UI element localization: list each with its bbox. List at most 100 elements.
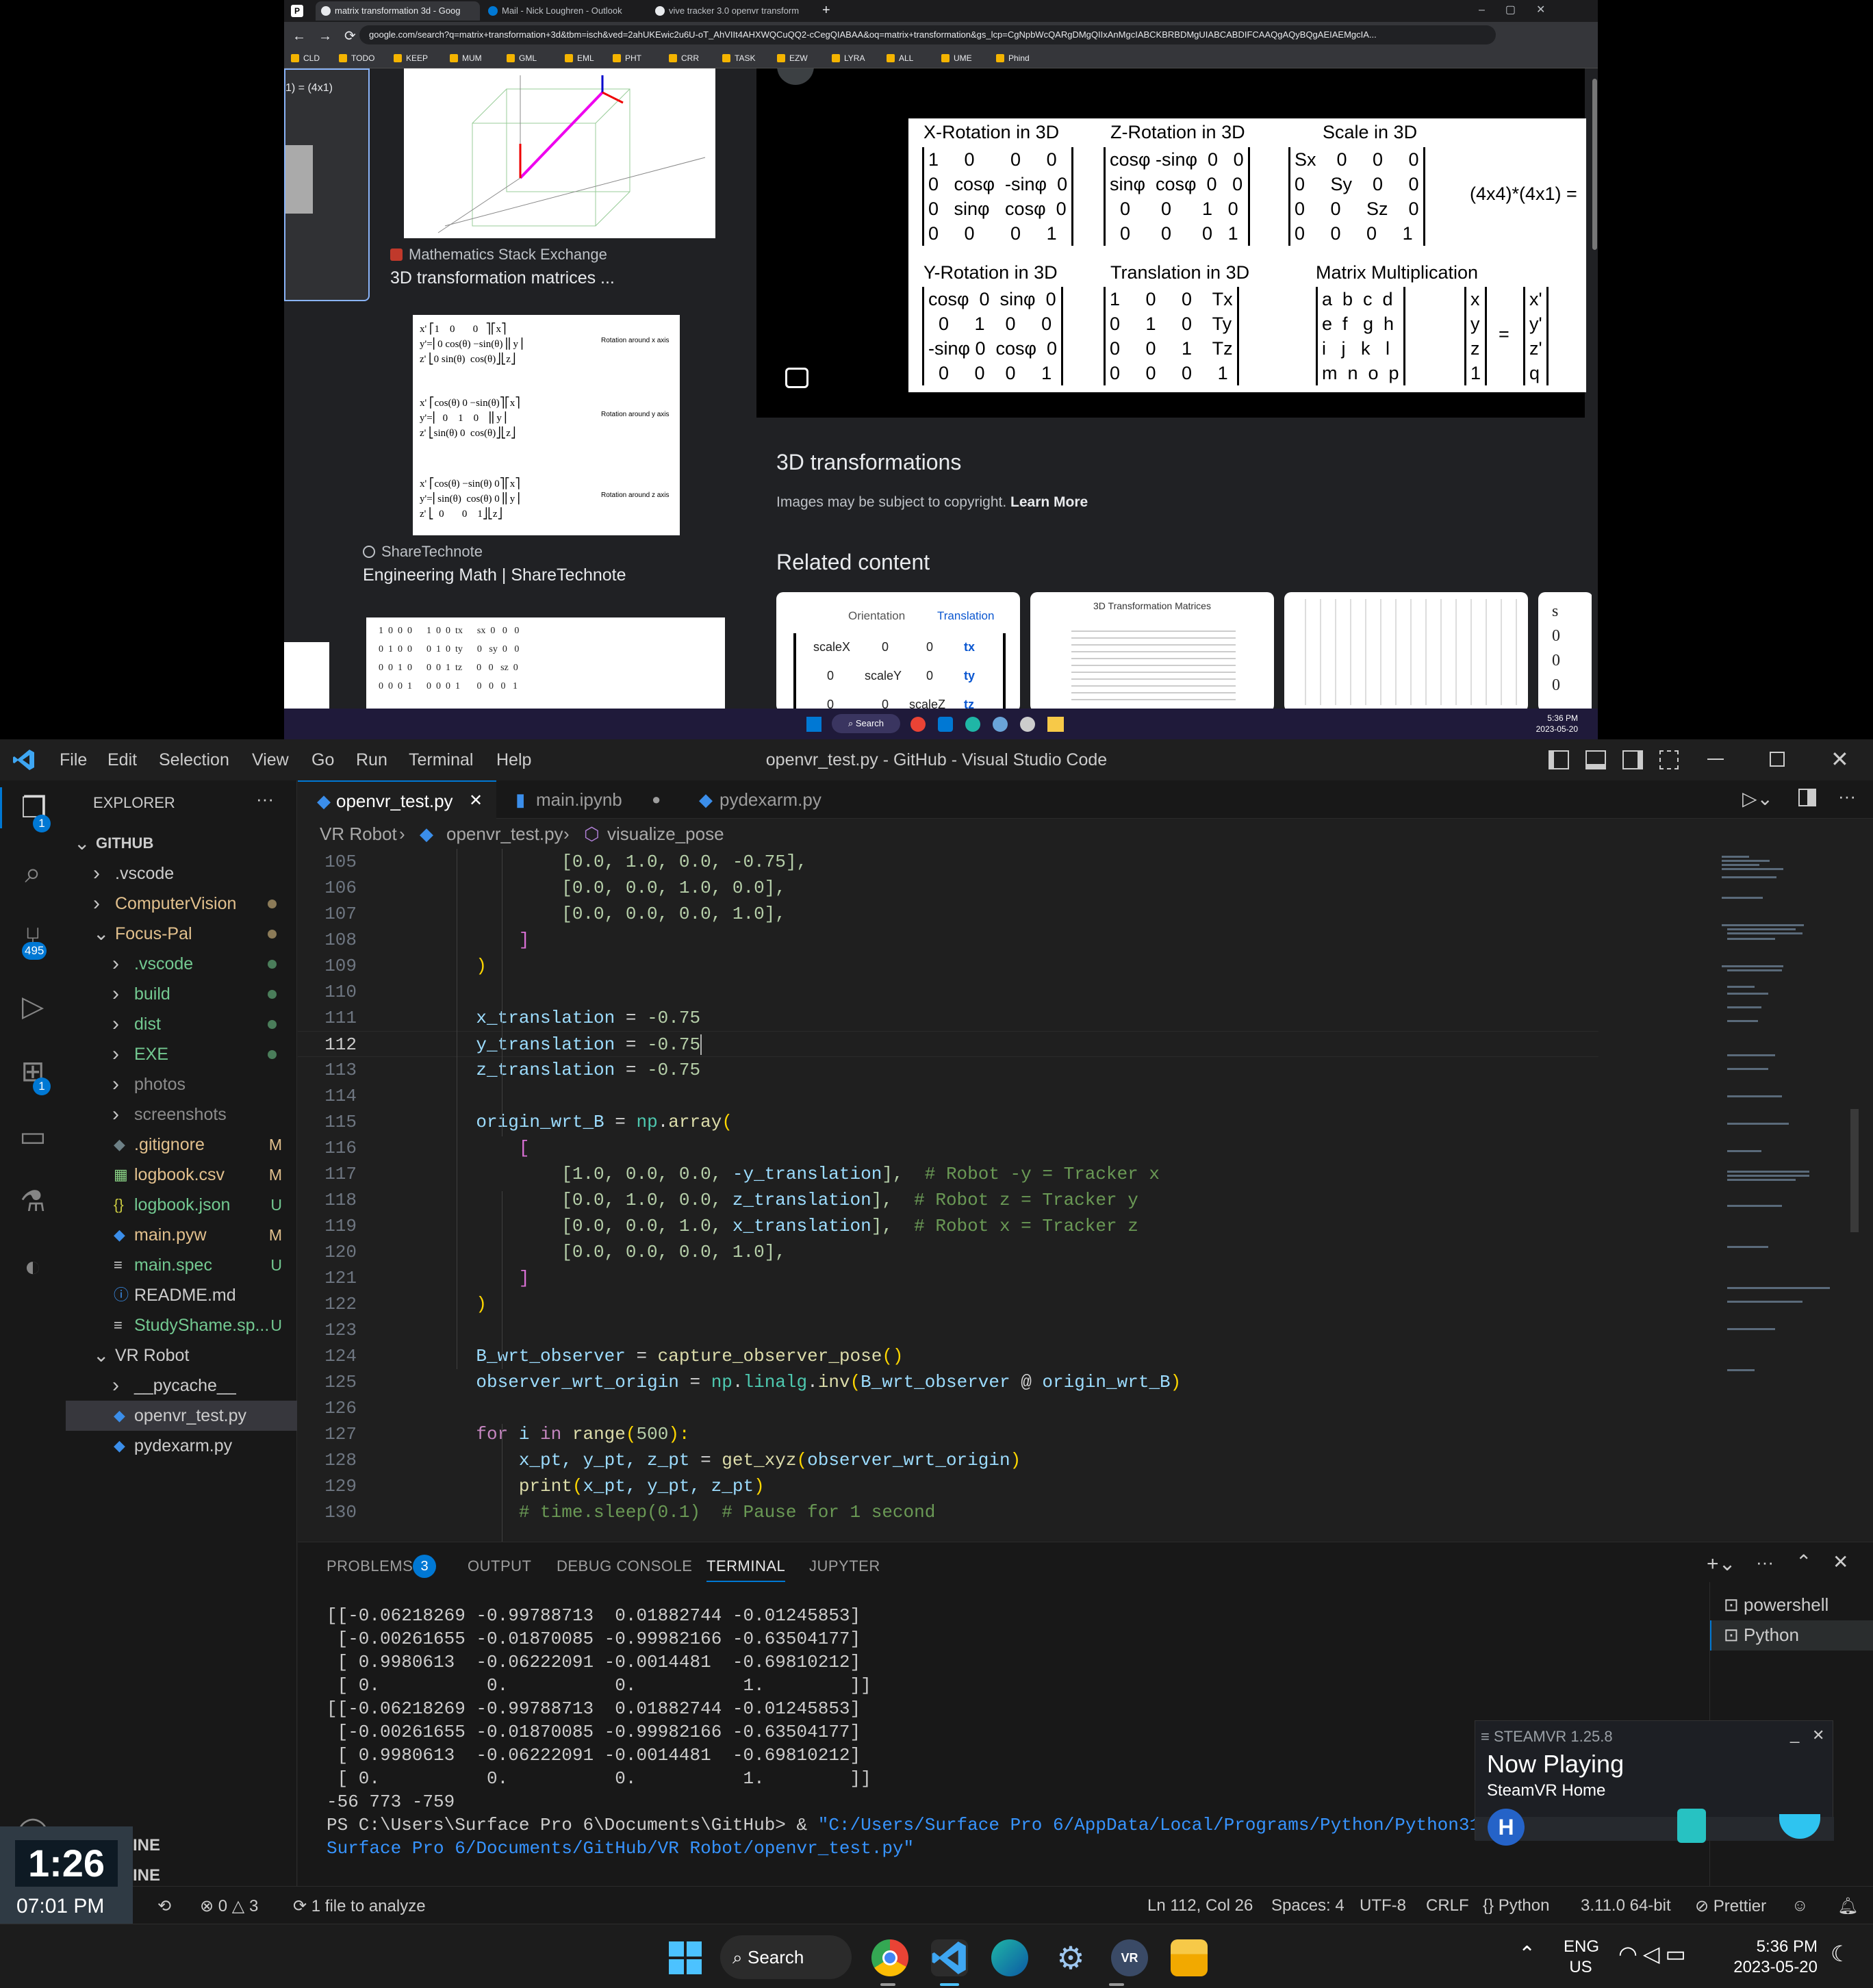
menu-file[interactable]: File <box>60 750 87 770</box>
bookmark-item[interactable]: Phind <box>996 52 1030 64</box>
explorer-more-actions-icon[interactable]: ··· <box>256 789 274 810</box>
feedback-icon[interactable]: ☺ <box>1792 1896 1809 1915</box>
language-mode[interactable]: {} Python <box>1483 1896 1549 1915</box>
maximize-panel-icon[interactable]: ⌃ <box>1796 1551 1811 1573</box>
file-explorer-icon[interactable] <box>1171 1939 1208 1976</box>
menu-edit[interactable]: Edit <box>107 750 137 770</box>
tree-item[interactable]: › photos <box>66 1069 297 1099</box>
close-widget-icon[interactable]: ✕ <box>1812 1726 1824 1744</box>
close-window-icon[interactable]: ✕ <box>1831 746 1849 772</box>
edge-icon[interactable] <box>991 1939 1028 1976</box>
unsaved-dot-icon[interactable]: ● <box>652 780 661 819</box>
bookmark-item[interactable]: CLD <box>291 52 320 64</box>
analysis-status[interactable]: ⟳ 1 file to analyze <box>293 1896 426 1916</box>
remote-explorer-icon[interactable]: ▭ <box>12 1116 53 1157</box>
tab-debug-console[interactable]: DEBUG CONSOLE <box>557 1557 692 1575</box>
steamvr-icon[interactable] <box>1020 717 1035 732</box>
toggle-sidebar-icon[interactable] <box>1549 750 1569 769</box>
edge-icon[interactable] <box>965 717 980 732</box>
settings-icon[interactable]: ⚙ <box>1052 1939 1089 1976</box>
tree-item[interactable]: › screenshots <box>66 1099 297 1130</box>
restore-icon[interactable] <box>1770 752 1785 767</box>
bookmark-item[interactable]: TASK <box>722 52 755 64</box>
bookmark-item[interactable]: PHT <box>613 52 641 64</box>
tree-item[interactable]: ⌄ GITHUB <box>66 828 297 858</box>
tree-item[interactable]: › dist <box>66 1009 297 1039</box>
minimize-widget-icon[interactable]: _ <box>1790 1725 1799 1744</box>
steamvr-taskbar-icon[interactable]: VR <box>1111 1939 1148 1976</box>
bookmark-item[interactable]: EML <box>565 52 594 64</box>
settings-icon[interactable] <box>993 717 1008 732</box>
clock-widget[interactable]: 1:26 07:01 PM <box>0 1826 133 1924</box>
tree-item[interactable]: ◆ openvr_test.py <box>66 1401 297 1431</box>
customize-layout-icon[interactable] <box>1659 750 1679 769</box>
vscode-icon[interactable] <box>931 1939 968 1976</box>
tree-item[interactable]: ≡ main.spec U <box>66 1250 297 1280</box>
mse-thumbnail[interactable] <box>404 68 715 238</box>
related-card[interactable]: Orientation Translation scaleX 0 0 tx 0 … <box>776 592 1020 709</box>
menu-go[interactable]: Go <box>311 750 334 770</box>
google-lens-icon[interactable] <box>785 368 808 388</box>
run-python-icon[interactable]: ▷⌄ <box>1742 787 1773 810</box>
partial-thumbnail[interactable] <box>284 642 329 709</box>
editor-more-actions-icon[interactable]: ··· <box>1838 786 1856 807</box>
tree-item[interactable]: ⌄ Focus-Pal <box>66 919 297 949</box>
tree-item[interactable]: ◆ .gitignore M <box>66 1130 297 1160</box>
sharetechnote-thumbnail[interactable]: x' ⎡1 0 0 ⎤⎡x⎤ y'=⎢0 cos(θ) −sin(θ)⎥⎢y⎥ … <box>413 315 680 535</box>
run-debug-icon[interactable]: ▷ <box>12 986 53 1027</box>
hub-app-icon[interactable]: H <box>1488 1809 1525 1846</box>
encoding[interactable]: UTF-8 <box>1360 1896 1406 1915</box>
bookmark-item[interactable]: ALL <box>887 52 913 64</box>
search-icon[interactable]: ⌕ <box>12 852 53 893</box>
bookmark-item[interactable]: MUM <box>450 52 482 64</box>
tree-item[interactable]: › ComputerVision <box>66 889 297 919</box>
breadcrumb-symbol[interactable]: visualize_pose <box>607 819 724 849</box>
result-title[interactable]: Engineering Math | ShareTechnote <box>363 565 626 585</box>
notification-center-icon[interactable]: ☾ <box>1831 1941 1850 1967</box>
chrome-icon[interactable] <box>871 1939 908 1976</box>
file-explorer-icon[interactable] <box>1047 717 1064 732</box>
tree-item[interactable]: ▦ logbook.csv M <box>66 1160 297 1190</box>
browser-tab-mail[interactable]: Mail - Nick Loughren - Outlook <box>483 1 647 21</box>
testing-icon[interactable]: ⚗ <box>12 1181 53 1222</box>
cursor-position[interactable]: Ln 112, Col 26 <box>1147 1896 1253 1915</box>
search-button[interactable]: ⌕ Search <box>720 1935 852 1979</box>
tab-jupyter[interactable]: JUPYTER <box>809 1557 880 1575</box>
minimap[interactable] <box>1694 849 1859 1583</box>
tab-problems[interactable]: PROBLEMS <box>327 1557 413 1575</box>
bookmark-item[interactable]: KEEP <box>394 52 428 64</box>
new-tab-icon[interactable]: + <box>822 3 830 18</box>
toggle-secondary-sidebar-icon[interactable] <box>1622 750 1643 769</box>
python-interpreter[interactable]: 3.11.0 64-bit <box>1581 1896 1671 1915</box>
minimize-icon[interactable] <box>1707 759 1724 760</box>
tab-output[interactable]: OUTPUT <box>468 1557 531 1575</box>
chrome-icon[interactable] <box>910 717 926 732</box>
breadcrumb-file[interactable]: openvr_test.py <box>446 819 563 849</box>
result-title[interactable]: 3D transformation matrices ... <box>390 268 615 288</box>
sync-icon[interactable]: ⟲ <box>157 1896 171 1916</box>
breadcrumb-folder[interactable]: VR Robot <box>320 819 397 849</box>
menu-selection[interactable]: Selection <box>159 750 229 770</box>
tree-item[interactable]: ≡ StudyShame.sp... U <box>66 1310 297 1340</box>
related-card[interactable] <box>1284 592 1528 709</box>
close-panel-icon[interactable]: ✕ <box>1833 1551 1848 1573</box>
close-preview-button[interactable] <box>777 68 814 85</box>
scrollbar[interactable] <box>1592 68 1598 709</box>
menu-help[interactable]: Help <box>496 750 531 770</box>
tree-item[interactable]: › __pycache__ <box>66 1371 297 1401</box>
tree-item[interactable]: ◆ main.pyw M <box>66 1220 297 1250</box>
tree-item[interactable]: ⌄ VR Robot <box>66 1340 297 1371</box>
menu-terminal[interactable]: Terminal <box>409 750 473 770</box>
windows-start-icon[interactable] <box>806 717 821 732</box>
tree-item[interactable]: › .vscode <box>66 858 297 889</box>
browser-tab-vive[interactable]: vive tracker 3.0 openvr transform <box>650 1 814 21</box>
vscode-icon[interactable] <box>938 717 953 732</box>
close-tab-icon[interactable]: ✕ <box>469 782 483 820</box>
tree-item[interactable]: › build <box>66 979 297 1009</box>
prettier-status[interactable]: ⊘ Prettier <box>1695 1896 1766 1916</box>
address-bar[interactable]: google.com/search?q=matrix+transformatio… <box>359 25 1496 44</box>
tab-main-ipynb[interactable]: ▮ main.ipynb ● <box>498 780 679 819</box>
split-editor-icon[interactable] <box>1798 789 1816 806</box>
line-endings[interactable]: CRLF <box>1426 1896 1469 1915</box>
bookmark-item[interactable]: LYRA <box>832 52 865 64</box>
